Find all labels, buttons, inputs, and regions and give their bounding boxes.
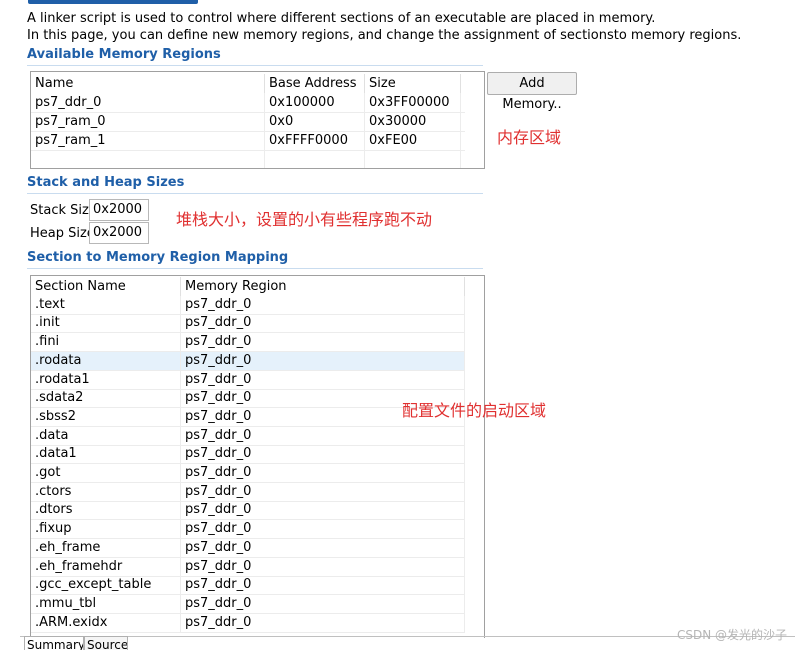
region-name: ps7_ddr_0	[31, 93, 265, 112]
memory-region: ps7_ddr_0	[181, 464, 465, 482]
memory-region: ps7_ddr_0	[181, 594, 465, 613]
section-name: .ARM.exidx	[31, 613, 181, 632]
column-header: Memory Region	[181, 277, 465, 296]
section-mapping-row[interactable]: .text ps7_ddr_0	[31, 295, 465, 315]
column-header: Base Address	[265, 74, 365, 93]
memory-region: ps7_ddr_0	[181, 613, 465, 632]
section-mapping-row[interactable]: .data ps7_ddr_0	[31, 426, 465, 446]
memory-regions-title: Available Memory Regions	[27, 47, 221, 62]
base-address: 0x0	[265, 112, 365, 131]
memory-table-header: Name Base Address Size	[31, 74, 465, 93]
section-name: .data	[31, 426, 181, 445]
memory-region: ps7_ddr_0	[181, 576, 465, 595]
empty-row	[31, 150, 465, 168]
memory-region: ps7_ddr_0	[181, 557, 465, 576]
section-mapping-row[interactable]: .got ps7_ddr_0	[31, 464, 465, 483]
clipped-page-title	[28, 0, 198, 4]
memory-regions-underline	[27, 65, 483, 66]
stack-size-input[interactable]: 0x2000	[89, 199, 149, 221]
section-mapping-row[interactable]: .dtors ps7_ddr_0	[31, 501, 465, 521]
section-mapping-table[interactable]: Section Name Memory Region .text ps7_ddr_0.…	[30, 275, 485, 638]
memory-region-row[interactable]: ps7_ram_0 0x0 0x30000	[31, 112, 465, 132]
region-size: 0xFE00	[365, 131, 461, 150]
empty-cell	[31, 150, 265, 168]
section-name: .gcc_except_table	[31, 576, 181, 595]
memory-region: ps7_ddr_0	[181, 333, 465, 352]
empty-cell	[365, 150, 461, 168]
watermark: CSDN @发光的沙子	[676, 628, 787, 642]
empty-cell	[265, 150, 365, 168]
memory-region: ps7_ddr_0	[181, 445, 465, 464]
region-name: ps7_ram_0	[31, 112, 265, 131]
section-name: .ctors	[31, 482, 181, 501]
heap-size-input[interactable]: 0x2000	[89, 222, 149, 244]
memory-region-row[interactable]: ps7_ram_1 0xFFFF0000 0xFE00	[31, 131, 465, 151]
section-mapping-row[interactable]: .rodata ps7_ddr_0	[31, 351, 465, 371]
memory-region: ps7_ddr_0	[181, 538, 465, 557]
description-line-1: A linker script is used to control where…	[27, 11, 656, 26]
section-name: .sdata2	[31, 389, 181, 408]
section-mapping-row[interactable]: .init ps7_ddr_0	[31, 314, 465, 334]
section-mapping-row[interactable]: .sdata2 ps7_ddr_0	[31, 389, 465, 409]
section-name: .rodata1	[31, 370, 181, 389]
column-header: Section Name	[31, 277, 181, 296]
section-name: .fixup	[31, 520, 181, 539]
section-mapping-row[interactable]: .ctors ps7_ddr_0	[31, 482, 465, 502]
column-header: Name	[31, 74, 265, 93]
stack-size-label: Stack Size	[30, 203, 97, 218]
region-name: ps7_ram_1	[31, 131, 265, 150]
section-name: .data1	[31, 445, 181, 464]
section-mapping-row[interactable]: .fixup ps7_ddr_0	[31, 520, 465, 540]
section-mapping-row[interactable]: .sbss2 ps7_ddr_0	[31, 407, 465, 427]
section-name: .text	[31, 295, 181, 314]
section-mapping-title: Section to Memory Region Mapping	[27, 250, 289, 265]
section-name: .dtors	[31, 501, 181, 520]
memory-region: ps7_ddr_0	[181, 314, 465, 333]
section-mapping-row[interactable]: .eh_framehdr ps7_ddr_0	[31, 557, 465, 577]
memory-region: ps7_ddr_0	[181, 520, 465, 539]
memory-region-row[interactable]: ps7_ddr_0 0x100000 0x3FF00000	[31, 93, 465, 113]
heap-size-label: Heap Size	[30, 226, 95, 241]
memory-region: ps7_ddr_0	[181, 351, 465, 370]
section-mapping-row[interactable]: .rodata1 ps7_ddr_0	[31, 370, 465, 390]
section-name: .rodata	[31, 351, 181, 370]
add-memory-button[interactable]: Add Memory..	[487, 72, 577, 112]
mapping-annotation: 配置文件的启动区域	[402, 401, 547, 420]
section-mapping-row[interactable]: .gcc_except_table ps7_ddr_0	[31, 576, 465, 596]
stack-heap-annotation: 堆栈大小，设置的小有些程序跑不动	[176, 210, 433, 229]
section-name: .eh_framehdr	[31, 557, 181, 576]
section-name: .got	[31, 464, 181, 482]
base-address: 0xFFFF0000	[265, 131, 365, 150]
section-mapping-row[interactable]: .mmu_tbl ps7_ddr_0	[31, 594, 465, 614]
region-size: 0x30000	[365, 112, 461, 131]
base-address: 0x100000	[265, 93, 365, 112]
mapping-table-header: Section Name Memory Region	[31, 277, 465, 296]
section-mapping-row[interactable]: .data1 ps7_ddr_0	[31, 445, 465, 465]
top-header-strip	[0, 0, 795, 7]
memory-region: ps7_ddr_0	[181, 426, 465, 445]
region-size: 0x3FF00000	[365, 93, 461, 112]
section-name: .sbss2	[31, 407, 181, 426]
memory-region: ps7_ddr_0	[181, 370, 465, 389]
stack-heap-underline	[27, 193, 483, 194]
memory-regions-table[interactable]: Name Base Address Size ps7_ddr_0 0x100000 0x3…	[30, 71, 485, 169]
section-mapping-row[interactable]: .eh_frame ps7_ddr_0	[31, 538, 465, 558]
section-name: .fini	[31, 333, 181, 352]
description-line-2: In this page, you can define new memory …	[27, 28, 742, 43]
memory-region: ps7_ddr_0	[181, 501, 465, 520]
section-mapping-underline	[27, 268, 483, 269]
section-mapping-row[interactable]: .ARM.exidx ps7_ddr_0	[31, 613, 465, 633]
section-name: .mmu_tbl	[31, 594, 181, 613]
memory-annotation: 内存区域	[497, 128, 562, 147]
memory-region: ps7_ddr_0	[181, 295, 465, 314]
section-name: .eh_frame	[31, 538, 181, 557]
memory-region: ps7_ddr_0	[181, 482, 465, 501]
section-mapping-row[interactable]: .fini ps7_ddr_0	[31, 333, 465, 353]
column-header: Size	[365, 74, 461, 93]
stack-heap-title: Stack and Heap Sizes	[27, 175, 185, 190]
section-name: .init	[31, 314, 181, 333]
